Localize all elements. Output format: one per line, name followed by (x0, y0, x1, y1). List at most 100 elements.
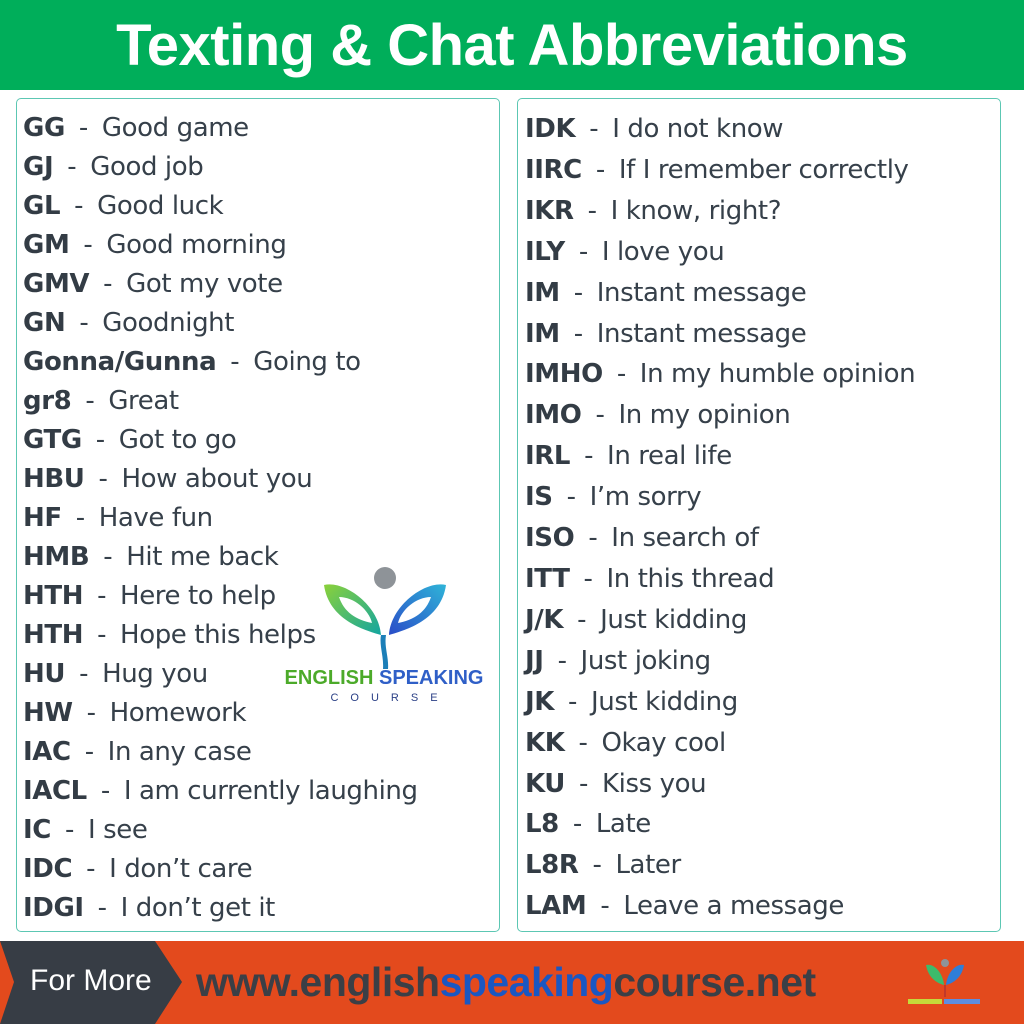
abbreviation-meaning: I know, right? (610, 195, 782, 226)
separator-dash: - (557, 645, 567, 676)
brand-logo: ENGLISH SPEAKING COURSE (284, 565, 484, 710)
abbreviation-term: GTG (23, 425, 82, 455)
abbreviation-meaning: If I remember correctly (618, 154, 909, 185)
abbreviation-entry: IACL - I am currently laughing (23, 772, 499, 811)
abbreviation-entry: Gonna/Gunna - Going to (23, 343, 499, 382)
abbreviation-meaning: I’m sorry (589, 482, 702, 513)
abbreviation-entry: IIRC - If I remember correctly (525, 150, 1000, 191)
abbreviation-term: IAC (23, 737, 71, 767)
abbreviation-entry: gr8- Great (23, 382, 499, 421)
abbreviation-term: KU (525, 768, 566, 799)
abbreviation-term: HF (23, 503, 62, 533)
abbreviation-list-right: IDK - I do not know IIRC - If I remember corr… (517, 98, 1001, 932)
separator-dash: - (86, 854, 96, 884)
separator-dash: - (584, 441, 594, 472)
abbreviation-term: Gonna/Gunna (23, 347, 217, 377)
abbreviation-entry: GL - Good luck (23, 187, 499, 226)
abbreviation-term: IDK (525, 114, 576, 144)
abbreviation-entry: IDK - I do not know (525, 109, 1000, 150)
url-prefix: www.english (196, 959, 440, 1005)
abbreviation-meaning: I see (87, 815, 148, 845)
abbreviation-meaning: In real life (607, 441, 732, 472)
separator-dash: - (97, 581, 107, 611)
abbreviation-entry: IMO - In my opinion (525, 395, 1000, 436)
separator-dash: - (97, 620, 107, 650)
separator-dash: - (578, 236, 588, 267)
abbreviation-meaning: Just kidding (600, 604, 747, 635)
abbreviation-term: HBU (23, 464, 85, 494)
abbreviation-meaning: In my humble opinion (639, 359, 916, 390)
abbreviation-term: IMHO (525, 359, 603, 390)
abbreviation-meaning: I don’t care (109, 854, 253, 884)
abbreviation-term: JK (525, 686, 555, 717)
abbreviation-term: IC (23, 815, 51, 845)
separator-dash: - (577, 604, 587, 635)
abbreviation-meaning: Got to go (118, 425, 237, 455)
abbreviation-entry: ISO - In search of (525, 518, 1000, 559)
abbreviation-entry: IMHO - In my humble opinion (525, 354, 1000, 395)
abbreviation-meaning: Good job (90, 152, 204, 182)
abbreviation-term: ISO (525, 523, 575, 554)
separator-dash: - (573, 277, 583, 308)
abbreviation-meaning: Kiss you (602, 768, 707, 799)
abbreviation-entry: HBU - How about you (23, 460, 499, 499)
abbreviation-meaning: Instant message (596, 318, 807, 349)
footer-banner: For More www.englishspeakingcourse.net (0, 941, 1024, 1024)
for-more-badge: For More (0, 941, 182, 1024)
abbreviation-term: IDC (23, 854, 73, 884)
abbreviation-entry: IM - Instant message (525, 314, 1000, 355)
separator-dash: - (566, 482, 576, 513)
separator-dash: - (97, 893, 107, 923)
mini-logo-icon (908, 959, 980, 1004)
url-suffix: course.net (613, 959, 816, 1005)
separator-dash: - (75, 503, 85, 533)
abbreviation-entry: JK - Just kidding (525, 682, 1000, 723)
abbreviation-meaning: I love you (601, 236, 725, 267)
abbreviation-entry: IDGI - I don’t get it (23, 889, 499, 928)
abbreviation-meaning: In this thread (606, 563, 775, 594)
abbreviation-meaning: Going to (253, 347, 361, 377)
abbreviation-meaning: In search of (611, 523, 759, 554)
separator-dash: - (568, 686, 578, 717)
separator-dash: - (578, 727, 588, 758)
abbreviation-meaning: Later (615, 850, 681, 881)
for-more-label: For More (30, 964, 152, 997)
separator-dash: - (83, 230, 93, 260)
abbreviation-term: GN (23, 308, 66, 338)
abbreviation-term: HMB (23, 542, 90, 572)
logo-wordmark: ENGLISH SPEAKING (284, 667, 484, 690)
separator-dash: - (79, 308, 89, 338)
abbreviation-term: IACL (23, 776, 87, 806)
abbreviation-meaning: Great (108, 386, 179, 416)
separator-dash: - (64, 815, 74, 845)
abbreviation-meaning: Hit me back (126, 542, 279, 572)
separator-dash: - (589, 114, 599, 144)
abbreviation-term: J/K (525, 604, 564, 635)
leaf-figure-icon (324, 567, 446, 669)
separator-dash: - (579, 768, 588, 799)
abbreviation-meaning: Instant message (596, 277, 807, 308)
abbreviation-meaning: Good game (101, 113, 249, 143)
separator-dash: - (595, 154, 605, 185)
abbreviation-term: HTH (23, 581, 84, 611)
abbreviation-entry: KK - Okay cool (525, 723, 1000, 764)
abbreviation-entry: IC - I see (23, 811, 499, 850)
separator-dash: - (95, 425, 105, 455)
separator-dash: - (67, 152, 77, 182)
abbreviation-term: GL (23, 191, 61, 221)
website-link[interactable]: www.englishspeakingcourse.net (196, 959, 816, 1006)
separator-dash: - (103, 269, 113, 299)
abbreviation-term: IDGI (23, 893, 84, 923)
abbreviation-entry: GJ - Good job (23, 148, 499, 187)
separator-dash: - (583, 563, 593, 594)
separator-dash: - (85, 386, 95, 416)
abbreviation-meaning: Good morning (106, 230, 287, 260)
separator-dash: - (84, 737, 94, 767)
page-title: Texting & Chat Abbreviations (116, 12, 908, 78)
abbreviation-term: gr8 (23, 386, 72, 416)
abbreviation-meaning: Okay cool (601, 727, 726, 758)
separator-dash: - (86, 698, 96, 728)
abbreviation-meaning: Got my vote (126, 269, 283, 299)
abbreviation-term: L8 (525, 809, 559, 840)
separator-dash: - (600, 891, 610, 922)
